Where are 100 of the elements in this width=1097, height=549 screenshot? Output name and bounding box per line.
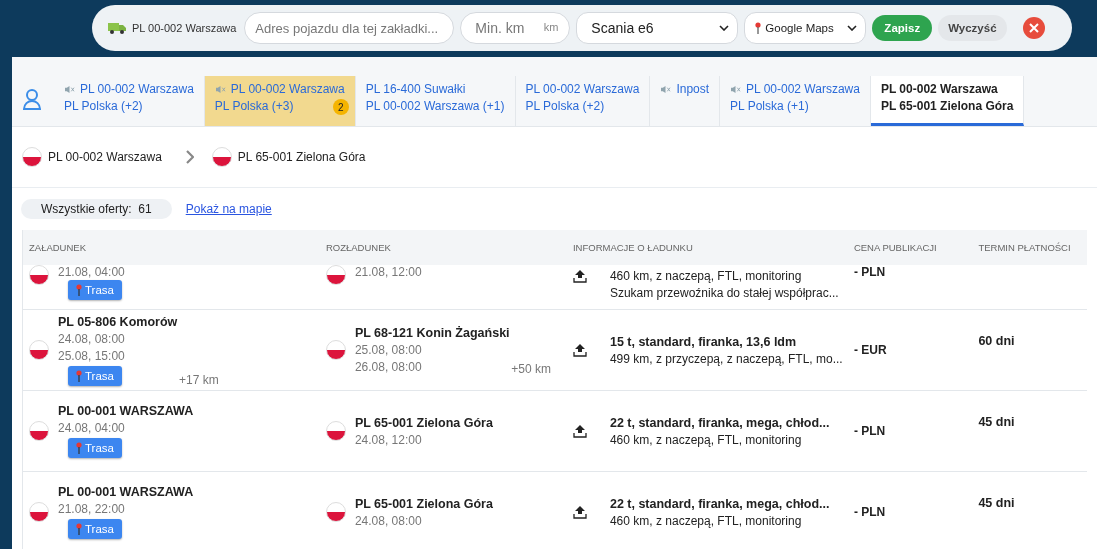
unloading-place: PL 68-121 Konin Żagański (354, 326, 510, 340)
cargo-details: 460 km, z naczepą, FTL, monitoring (609, 513, 803, 528)
tab-destination: PL 00-002 Warszawa (+1) (365, 99, 505, 113)
map-pin-icon (76, 523, 82, 535)
poland-flag-icon (29, 340, 49, 360)
map-pin-icon (755, 22, 762, 34)
tab-origin: PL 00-002 Warszawa (746, 82, 860, 96)
extra-distance: +17 km (179, 373, 219, 387)
tab-origin: PL 00-002 Warszawa (80, 82, 194, 96)
address-field[interactable]: Adres pojazdu dla tej zakładki... (244, 12, 455, 44)
unit-label: km (543, 21, 559, 33)
route-button[interactable]: Trasa (68, 280, 122, 300)
clear-button[interactable]: Wyczyść (938, 15, 1007, 41)
poland-flag-icon (325, 340, 346, 360)
truck-icon (108, 22, 126, 34)
chevron-down-icon (847, 25, 858, 31)
tab-destination: PL Polska (+2) (64, 99, 143, 113)
route-button[interactable]: Trasa (68, 365, 122, 386)
tab-destination: PL Polska (+3) (214, 99, 294, 113)
price-value: - PLN (853, 424, 886, 438)
route-tab[interactable]: PL 00-002 Warszawa PL Polska (+2) (515, 76, 651, 126)
extra-distance: +50 km (511, 362, 551, 376)
payment-term: 45 dni (978, 496, 1015, 510)
cargo-details: 499 km, z przyczepą, z naczepą, FTL, mo... (609, 351, 843, 366)
unloading-date: 21.08, 12:00 (354, 265, 422, 279)
vehicle-label: PL 00-002 Warszawa (132, 22, 237, 34)
unloading-date: 25.08, 08:00 (354, 343, 423, 357)
price-value: - PLN (853, 505, 886, 519)
column-header: INFORMACJE O ŁADUNKU (571, 242, 694, 253)
payment-term: 45 dni (978, 415, 1015, 429)
route-origin: PL 00-002 Warszawa (48, 150, 162, 164)
tab-origin: PL 00-002 Warszawa (525, 82, 640, 96)
map-pin-icon (76, 369, 82, 382)
cargo-summary: 22 t, standard, firanka, mega, chłod... (609, 415, 830, 430)
map-pin-icon (76, 442, 82, 454)
unloading-place: PL 65-001 Zielona Góra (354, 415, 493, 430)
close-button[interactable] (1022, 17, 1045, 39)
loading-date: 21.08, 04:00 (58, 265, 125, 279)
save-button[interactable]: Zapisz (872, 15, 933, 41)
tab-origin: PL 00-002 Warszawa (880, 82, 998, 96)
loading-date: 21.08, 22:00 (58, 502, 126, 516)
muted-speaker-icon (660, 84, 672, 94)
price-value: - EUR (853, 343, 887, 357)
unloading-date: 24.08, 12:00 (354, 432, 423, 447)
unloading-date: 24.08, 08:00 (354, 513, 423, 528)
tab-origin: PL 00-002 Warszawa (230, 82, 345, 96)
upload-icon (572, 343, 587, 357)
poland-flag-icon (22, 147, 42, 167)
route-destination: PL 65-001 Zielona Góra (237, 150, 366, 164)
poland-flag-icon (325, 421, 346, 441)
column-header: ROZŁADUNEK (324, 242, 392, 253)
column-header: ZAŁADUNEK (28, 242, 87, 253)
loading-place: PL 05-806 Komorów (58, 314, 178, 329)
tab-origin: PL 16-400 Suwałki (365, 82, 466, 96)
offer-count-badge: Wszystkie oferty: 61 (21, 199, 172, 219)
poland-flag-icon (29, 502, 49, 522)
loading-date: 24.08, 08:00 (58, 331, 126, 346)
cargo-summary: 22 t, standard, firanka, mega, chłod... (609, 496, 830, 511)
tab-destination: PL Polska (+1) (730, 99, 809, 113)
cargo-details: 460 km, z naczepą, FTL, monitoring (609, 432, 803, 447)
column-header: CENA PUBLIKACJI (852, 242, 938, 253)
unloading-place: PL 65-001 Zielona Góra (354, 496, 493, 511)
route-button[interactable]: Trasa (68, 438, 122, 458)
route-tab[interactable]: PL 00-002 Warszawa PL Polska (+3) 2 (204, 76, 356, 126)
close-icon (1028, 23, 1039, 33)
route-button[interactable]: Trasa (68, 519, 122, 539)
cargo-details: Szukam przewoźnika do stałej współprac... (609, 286, 839, 300)
chevron-down-icon (719, 25, 730, 31)
muted-speaker-icon (64, 84, 75, 94)
cargo-details: 460 km, z naczepą, FTL, monitoring (609, 269, 803, 283)
upload-icon (572, 424, 587, 438)
poland-flag-icon (211, 147, 232, 167)
muted-speaker-icon (214, 84, 226, 94)
upload-icon (572, 269, 587, 283)
unloading-date: 26.08, 08:00 (354, 360, 423, 374)
loading-date: 25.08, 15:00 (58, 348, 126, 363)
truck-select[interactable]: Scania e6 (576, 12, 739, 44)
column-header: TERMIN PŁATNOŚCI (977, 242, 1072, 253)
upload-icon (572, 505, 587, 519)
tab-badge: 2 (332, 99, 349, 115)
loading-date: 24.08, 04:00 (58, 421, 126, 435)
route-tab[interactable]: Inpost (650, 76, 721, 126)
price-value: - PLN (853, 265, 886, 279)
poland-flag-icon (325, 502, 346, 522)
map-pin-icon (76, 284, 82, 296)
tab-origin: Inpost (676, 82, 710, 96)
tab-destination: PL Polska (+2) (525, 99, 605, 113)
map-select[interactable]: Google Maps (744, 12, 867, 44)
payment-term: 60 dni (978, 334, 1015, 348)
show-on-map-link[interactable]: Pokaż na mapie (185, 202, 272, 216)
route-tab[interactable]: PL 00-002 Warszawa PL 65-001 Zielona Góra (870, 76, 1025, 126)
route-tab[interactable]: PL 00-002 Warszawa PL Polska (+2) (54, 76, 205, 126)
tab-destination: PL 65-001 Zielona Góra (880, 99, 1014, 113)
loading-place: PL 00-001 WARSZAWA (58, 485, 194, 499)
cargo-summary: 15 t, standard, firanka, 13,6 ldm (609, 334, 798, 349)
route-tab[interactable]: PL 16-400 Suwałki PL 00-002 Warszawa (+1) (355, 76, 516, 126)
poland-flag-icon (325, 265, 346, 285)
user-icon[interactable] (22, 88, 42, 110)
route-tab[interactable]: PL 00-002 Warszawa PL Polska (+1) (720, 76, 871, 126)
poland-flag-icon (29, 265, 49, 285)
